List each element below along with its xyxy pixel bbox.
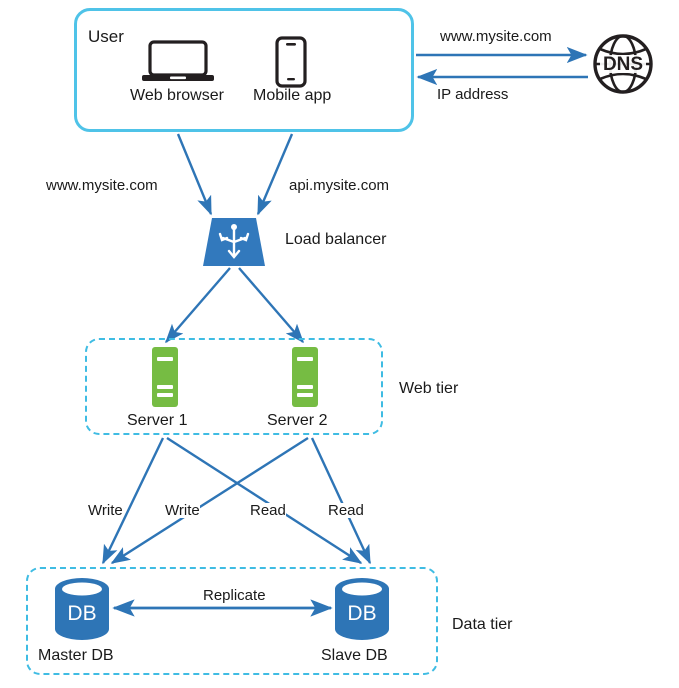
server-icon xyxy=(152,347,178,407)
server-bar xyxy=(297,385,313,389)
web-tier-label: Web tier xyxy=(399,380,459,397)
server-2-label: Server 2 xyxy=(267,412,328,429)
laptop-icon xyxy=(142,40,214,81)
write-label-server2: Write xyxy=(165,502,200,519)
server-icon xyxy=(292,347,318,407)
edge-user-to-lb-api xyxy=(256,133,294,216)
edge-lb-to-server-1 xyxy=(165,267,231,344)
dns-label: DNS xyxy=(603,54,643,75)
load-balancer-label: Load balancer xyxy=(285,231,387,248)
read-label-server1: Read xyxy=(250,502,286,519)
db-badge: DB xyxy=(347,602,376,625)
lb-inbound-label-www: www.mysite.com xyxy=(46,177,158,194)
web-browser-label: Web browser xyxy=(130,87,224,104)
user-box-title: User xyxy=(88,27,124,46)
globe-icon: DNS xyxy=(593,34,653,94)
edge-lb-to-server-2 xyxy=(238,267,304,344)
database-cylinder-icon: DB xyxy=(55,578,109,640)
edge-user-to-lb-www xyxy=(176,133,213,216)
server-bar xyxy=(297,393,313,397)
db-badge: DB xyxy=(67,602,96,625)
dns-response-label: IP address xyxy=(437,86,509,103)
write-label-server1: Write xyxy=(88,502,123,519)
dns-request-label: www.mysite.com xyxy=(440,28,552,45)
replicate-label: Replicate xyxy=(203,587,266,604)
server-bar xyxy=(157,385,173,389)
edge-server1-to-master-write xyxy=(101,437,165,565)
data-tier-label: Data tier xyxy=(452,616,513,633)
load-balancer-shape xyxy=(203,218,265,266)
server-1-label: Server 1 xyxy=(127,412,188,429)
user-box xyxy=(74,8,414,132)
read-label-server2: Read xyxy=(328,502,364,519)
mobile-app-label: Mobile app xyxy=(253,87,332,104)
edge-server1-to-slave-read xyxy=(166,436,363,565)
mobile-phone-icon xyxy=(275,36,307,88)
server-bar xyxy=(157,393,173,397)
server-bar xyxy=(297,357,313,361)
master-db-label: Master DB xyxy=(38,647,114,664)
edge-server2-to-slave-read xyxy=(310,437,372,565)
server-bar xyxy=(157,357,173,361)
edge-server2-to-master-write xyxy=(110,436,309,565)
database-cylinder-icon: DB xyxy=(335,578,389,640)
lb-inbound-label-api: api.mysite.com xyxy=(289,177,390,194)
architecture-diagram: User Web browser Mobile app DNS www.mysi… xyxy=(0,0,679,688)
slave-db-label: Slave DB xyxy=(321,647,388,664)
